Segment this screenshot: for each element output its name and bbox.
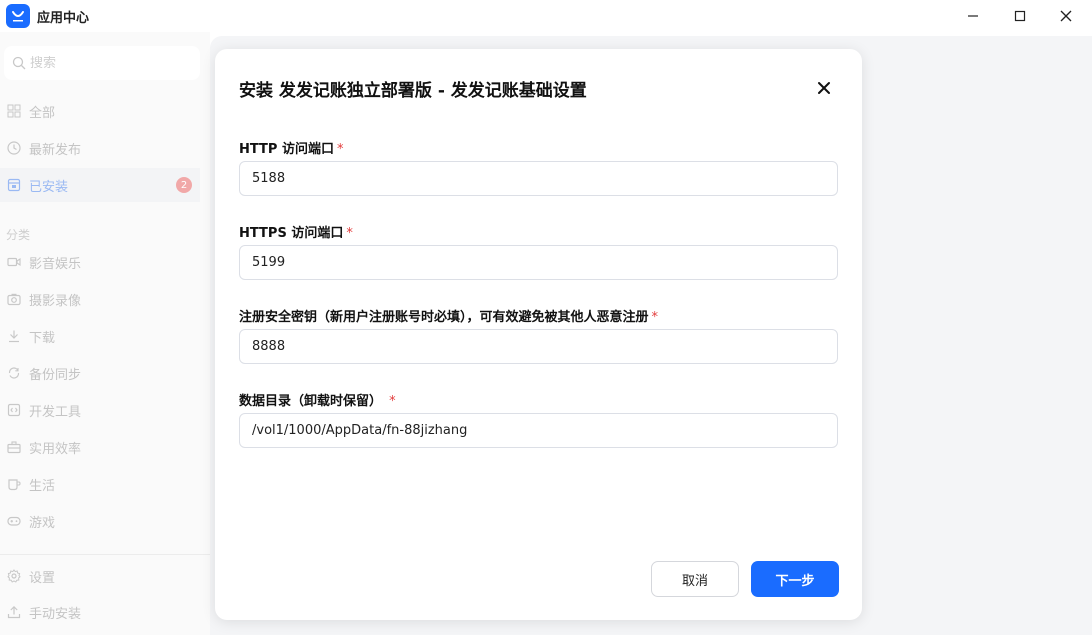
dialog-close-button[interactable]	[813, 77, 835, 99]
window-close-button[interactable]	[1051, 4, 1081, 28]
required-mark: *	[346, 226, 353, 241]
close-icon	[1060, 10, 1072, 22]
dialog-title: 安装 发发记账独立部署版 - 发发记账基础设置	[239, 81, 587, 101]
clock-icon	[6, 140, 22, 156]
sidebar-item-label: 影音娱乐	[29, 256, 82, 272]
sidebar-item-settings[interactable]: 设置	[0, 559, 200, 593]
cancel-button[interactable]: 取消	[651, 561, 739, 597]
sidebar-item-label: 最新发布	[29, 142, 82, 158]
sync-icon	[6, 365, 22, 381]
field-label-text: HTTPS 访问端口	[239, 226, 344, 241]
register-key-label: 注册安全密钥（新用户注册账号时必填），可有效避免被其他人恶意注册 *	[239, 306, 658, 325]
sidebar-item-manual-install[interactable]: 手动安装	[0, 595, 200, 629]
sidebar-item-life[interactable]: 生活	[0, 467, 200, 501]
http-port-label: HTTP 访问端口 *	[239, 138, 343, 157]
field-label-text: 数据目录（卸载时保留）	[239, 394, 383, 409]
sidebar-item-media[interactable]: 影音娱乐	[0, 245, 200, 279]
install-settings-dialog: 安装 发发记账独立部署版 - 发发记账基础设置 HTTP 访问端口* HTTPS…	[215, 49, 862, 620]
data-dir-input[interactable]	[239, 413, 838, 448]
sidebar-item-photo[interactable]: 摄影录像	[0, 282, 200, 316]
register-key-input[interactable]	[239, 329, 838, 364]
sidebar-item-latest[interactable]: 最新发布	[0, 131, 200, 165]
cup-icon	[6, 476, 22, 492]
required-mark: *	[336, 142, 344, 157]
minimize-button[interactable]	[958, 4, 988, 28]
sidebar-item-installed[interactable]: 已安装 2	[0, 168, 200, 202]
https-port-label: HTTPS 访问端口 *	[239, 222, 353, 241]
sidebar-item-backup[interactable]: 备份同步	[0, 356, 200, 390]
sidebar-item-label: 手动安装	[29, 606, 82, 622]
camera-icon	[6, 291, 22, 307]
field-label-text: 注册安全密钥（新用户注册账号时必填），可有效避免被其他人恶意注册	[239, 310, 649, 325]
installed-count-badge: 2	[176, 177, 192, 193]
data-dir-label: 数据目录（卸载时保留） *	[239, 390, 396, 409]
sidebar-item-label: 生活	[29, 478, 56, 494]
minimize-icon	[968, 15, 978, 17]
installed-icon	[6, 177, 22, 193]
close-icon	[818, 82, 830, 94]
sidebar-item-label: 已安装	[29, 179, 69, 195]
app-logo-icon	[6, 4, 30, 28]
sidebar-item-label: 全部	[29, 105, 56, 121]
gear-icon	[6, 568, 22, 584]
sidebar-item-label: 开发工具	[29, 404, 82, 420]
search-input[interactable]	[30, 55, 190, 71]
category-heading: 分类	[6, 228, 31, 242]
sidebar-item-label: 摄影录像	[29, 293, 82, 309]
grid-icon	[6, 103, 22, 119]
maximize-icon	[1014, 10, 1026, 22]
sidebar-item-label: 备份同步	[29, 367, 82, 383]
search-icon	[12, 56, 26, 70]
title-bar: 应用中心	[0, 0, 1092, 32]
required-mark: *	[385, 394, 396, 409]
sidebar-item-download[interactable]: 下载	[0, 319, 200, 353]
https-port-input[interactable]	[239, 245, 838, 280]
gamepad-icon	[6, 513, 22, 529]
sidebar-item-all[interactable]: 全部	[0, 94, 200, 128]
sidebar-item-label: 实用效率	[29, 441, 82, 457]
sidebar-item-label: 设置	[29, 570, 56, 586]
search-box[interactable]	[4, 46, 200, 80]
upload-icon	[6, 604, 22, 620]
field-label-text: HTTP 访问端口	[239, 142, 334, 157]
download-icon	[6, 328, 22, 344]
maximize-button[interactable]	[1005, 4, 1035, 28]
sidebar-item-label: 下载	[29, 330, 56, 346]
sidebar-divider	[0, 554, 210, 555]
next-step-button[interactable]: 下一步	[751, 561, 839, 597]
toolbox-icon	[6, 439, 22, 455]
sidebar-item-productivity[interactable]: 实用效率	[0, 430, 200, 464]
code-icon	[6, 402, 22, 418]
sidebar-item-label: 游戏	[29, 515, 56, 531]
video-icon	[6, 254, 22, 270]
app-title: 应用中心	[37, 11, 90, 26]
sidebar-item-games[interactable]: 游戏	[0, 504, 200, 538]
sidebar: 全部 最新发布 已安装 2 分类 影音娱乐 摄影录像 下载 备份同步 开发工具 …	[0, 32, 210, 635]
http-port-input[interactable]	[239, 161, 838, 196]
sidebar-item-devtools[interactable]: 开发工具	[0, 393, 200, 427]
required-mark: *	[651, 310, 659, 325]
